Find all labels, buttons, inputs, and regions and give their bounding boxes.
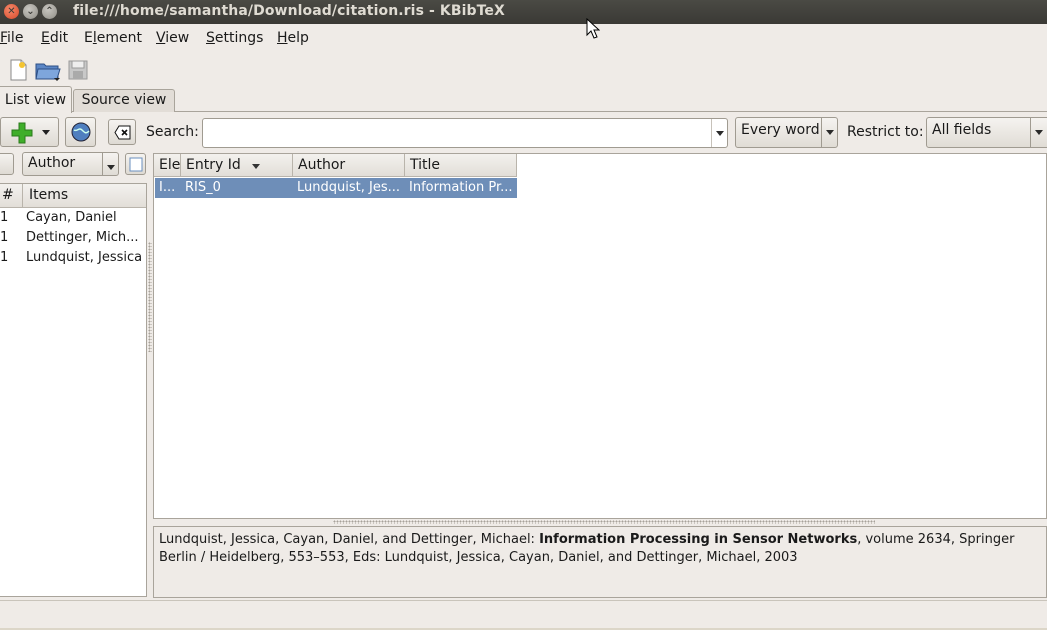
filter-field-select[interactable]: Author <box>22 152 119 176</box>
chevron-down-icon <box>102 153 118 175</box>
table-header: Ele Entry Id Author Title <box>154 154 1047 177</box>
window-title: file:///home/samantha/Download/citation.… <box>73 3 505 19</box>
menu-bar: File Edit Element View Settings Help <box>0 26 1047 50</box>
item-name: Lundquist, Jessica <box>26 250 143 265</box>
search-mode-select[interactable]: Every word <box>735 117 838 148</box>
preview-title: Information Processing in Sensor Network… <box>539 532 858 547</box>
vertical-splitter-handle[interactable] <box>148 242 152 352</box>
tab-source-view[interactable]: Source view <box>73 89 175 112</box>
list-header: # Items <box>0 184 146 208</box>
column-header-author-label: Author <box>298 157 346 173</box>
menu-edit-label: Edit <box>41 30 69 46</box>
restrict-label: Restrict to: <box>847 124 924 140</box>
tab-source-view-label: Source view <box>81 92 167 108</box>
chevron-down-icon <box>821 118 837 147</box>
cell-entry-id: RIS_0 <box>185 180 221 195</box>
chevron-down-icon <box>1030 118 1046 147</box>
minimize-window-button[interactable]: ⌄ <box>23 4 38 19</box>
item-count: 1 <box>0 210 9 225</box>
item-count: 1 <box>0 230 9 245</box>
cell-title: Information Pr... <box>409 180 513 195</box>
item-count: 1 <box>0 250 9 265</box>
save-icon[interactable] <box>66 58 90 82</box>
online-search-button[interactable] <box>65 117 96 147</box>
search-toolbar: Search: Every word Restrict to: All fiel… <box>0 116 1047 148</box>
new-document-icon[interactable] <box>6 58 30 82</box>
item-name: Dettinger, Mich... <box>26 230 139 245</box>
tab-list-view-label: List view <box>4 92 67 108</box>
search-mode-value: Every word <box>741 122 820 138</box>
field-filter-panel: Author # Items 1 Cayan, Daniel 1 Detting… <box>0 150 148 598</box>
clear-search-button[interactable] <box>108 119 136 145</box>
menu-edit[interactable]: Edit <box>41 30 68 46</box>
column-header-element-label: Ele <box>159 157 181 173</box>
document-icon <box>129 157 143 172</box>
column-header-author[interactable]: Author <box>293 154 405 177</box>
menu-file[interactable]: File <box>0 30 23 46</box>
search-label: Search: <box>146 124 199 140</box>
list-item[interactable]: 1 Dettinger, Mich... <box>0 228 146 248</box>
menu-view[interactable]: View <box>156 30 189 46</box>
main-toolbar <box>0 55 300 85</box>
title-bar: ✕ ⌄ ⌃ file:///home/samantha/Download/cit… <box>0 0 1047 24</box>
chevron-down-icon <box>42 130 50 135</box>
bibliography-table[interactable]: Ele Entry Id Author Title I... RIS_0 Lun… <box>153 153 1047 519</box>
add-element-button[interactable] <box>0 117 59 147</box>
menu-help[interactable]: Help <box>277 30 309 46</box>
clear-text-icon <box>114 125 131 140</box>
column-header-title-label: Title <box>410 157 441 173</box>
sort-descending-icon <box>252 164 260 169</box>
column-header-count[interactable]: # <box>2 187 14 203</box>
restrict-field-select[interactable]: All fields <box>926 117 1047 148</box>
preview-authors: Lundquist, Jessica, Cayan, Daniel, and D… <box>159 532 540 547</box>
filter-field-value: Author <box>28 155 76 171</box>
list-item[interactable]: 1 Cayan, Daniel <box>0 208 146 228</box>
menu-element[interactable]: Element <box>84 30 142 46</box>
horizontal-splitter-handle[interactable] <box>333 520 875 524</box>
menu-help-label: Help <box>277 30 309 46</box>
close-window-button[interactable]: ✕ <box>4 4 19 19</box>
list-item[interactable]: 1 Lundquist, Jessica <box>0 248 146 268</box>
cell-author: Lundquist, Jes... <box>297 180 400 195</box>
mouse-cursor-icon <box>586 18 600 39</box>
field-values-list[interactable]: # Items 1 Cayan, Daniel 1 Dettinger, Mic… <box>0 183 147 597</box>
globe-icon <box>71 122 91 142</box>
column-header-items[interactable]: Items <box>22 184 146 208</box>
search-history-dropdown[interactable] <box>711 119 727 147</box>
tab-list-view[interactable]: List view <box>0 86 72 113</box>
column-header-entry-id-label: Entry Id <box>186 157 241 173</box>
cell-element: I... <box>159 180 176 195</box>
maximize-window-button[interactable]: ⌃ <box>42 4 57 19</box>
item-name: Cayan, Daniel <box>26 210 117 225</box>
table-row[interactable]: I... RIS_0 Lundquist, Jes... Information… <box>155 178 517 198</box>
reference-preview: Lundquist, Jessica, Cayan, Daniel, and D… <box>153 526 1047 598</box>
column-header-element[interactable]: Ele <box>154 154 181 177</box>
restrict-field-value: All fields <box>932 122 992 138</box>
menu-settings[interactable]: Settings <box>206 30 263 46</box>
column-header-title[interactable]: Title <box>405 154 517 177</box>
preview-details: , volume 2634, Springer <box>857 532 1015 547</box>
view-tabs: List view Source view <box>0 86 1047 113</box>
menu-element-label: Element <box>84 30 142 46</box>
menu-view-label: View <box>156 30 190 46</box>
column-header-entry-id[interactable]: Entry Id <box>181 154 293 177</box>
preview-details-2: Berlin / Heidelberg, 553–553, Eds: Lundq… <box>159 550 798 565</box>
status-bar <box>0 600 1047 630</box>
panel-toggle-right-button[interactable] <box>125 153 146 175</box>
menu-settings-label: Settings <box>206 30 264 46</box>
plus-icon <box>11 122 33 144</box>
search-input[interactable] <box>202 118 728 148</box>
panel-toggle-left-button[interactable] <box>0 153 14 175</box>
open-folder-icon[interactable] <box>34 58 61 82</box>
menu-file-label: File <box>0 30 24 46</box>
